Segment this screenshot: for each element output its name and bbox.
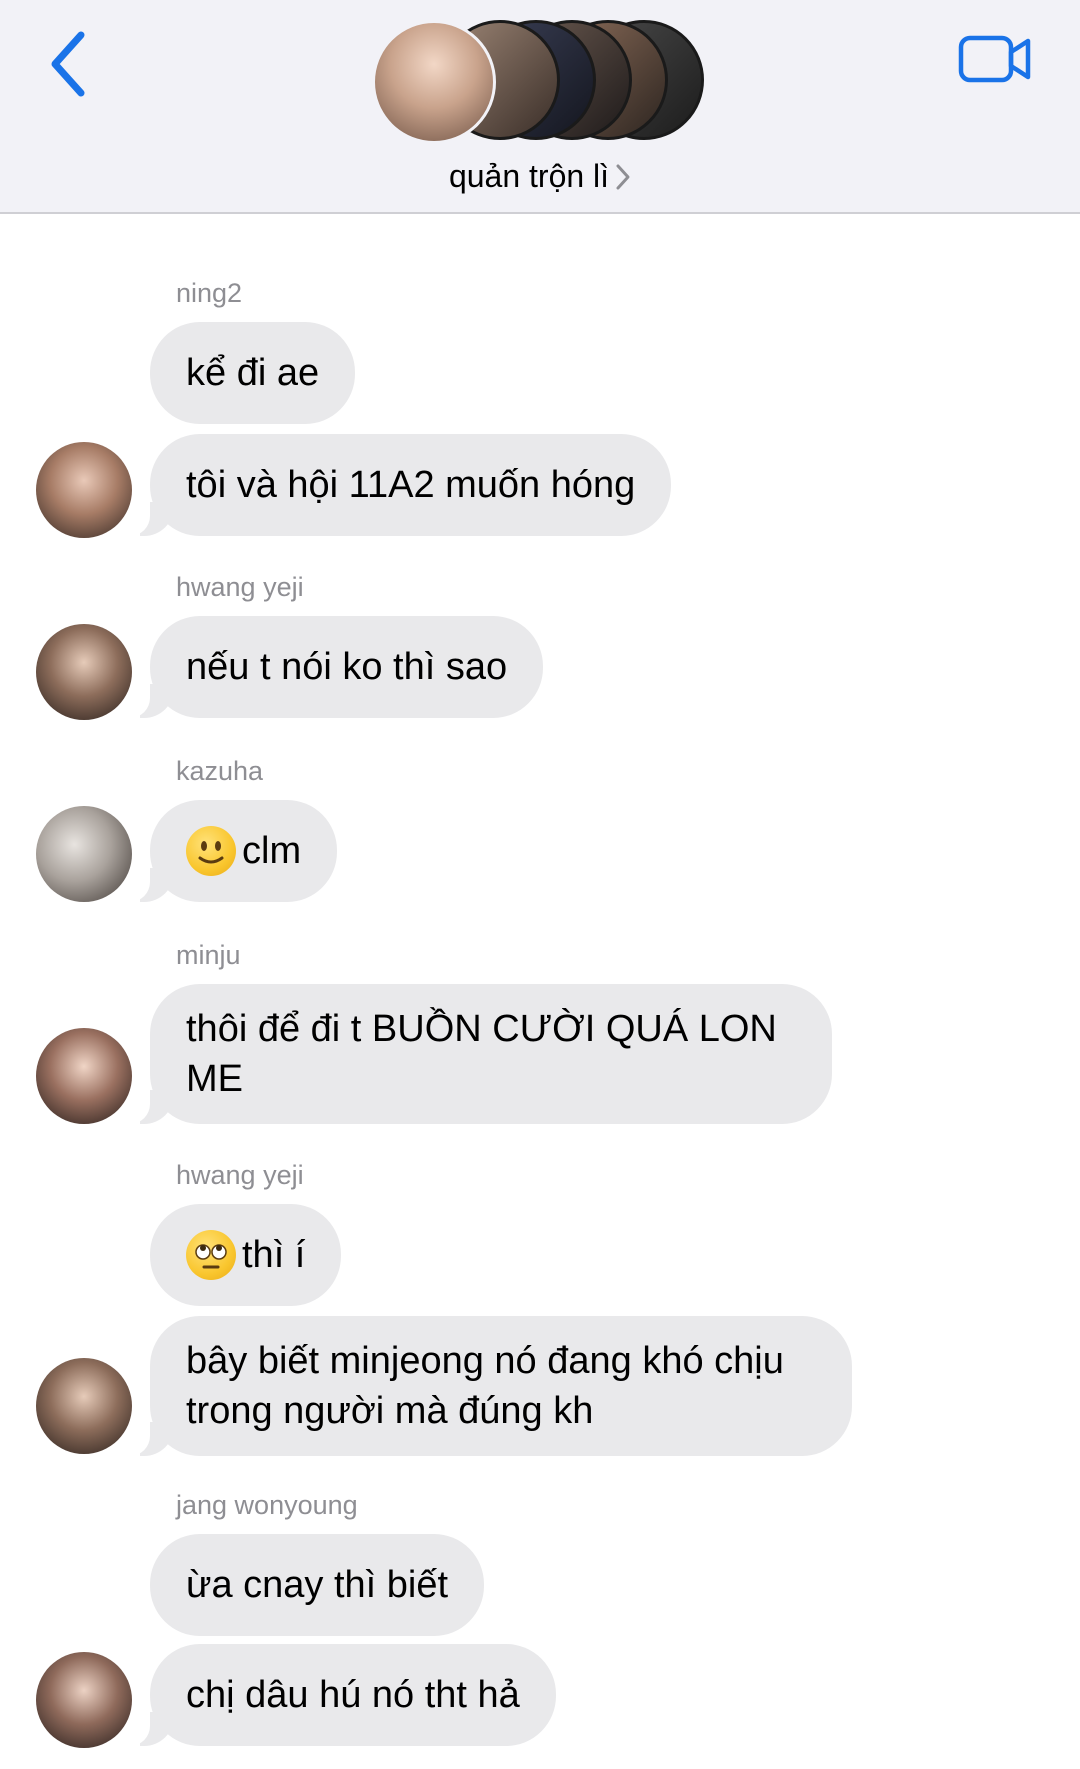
avatar[interactable]: [36, 1358, 132, 1454]
face-with-rolling-eyes-icon: [186, 1230, 236, 1280]
group-avatar-stack[interactable]: [372, 20, 708, 144]
message-text: chị dâu hú nó tht hả: [186, 1674, 520, 1716]
message-bubble[interactable]: thôi để đi t BUỒN CƯỜI QUÁ LON ME: [122, 984, 832, 1124]
message-bubble[interactable]: ừa cnay thì biết: [150, 1534, 485, 1636]
message-bubble[interactable]: chị dâu hú nó tht hả: [122, 1644, 556, 1746]
group-info-button[interactable]: quản trộn lì: [0, 158, 1080, 195]
sender-name: ning2: [176, 278, 243, 308]
message-bubble[interactable]: kể đi ae: [150, 322, 356, 424]
video-camera-icon: [958, 35, 1031, 83]
chat-header: quản trộn lì: [0, 0, 1080, 214]
chevron-right-icon: [616, 164, 630, 189]
avatar[interactable]: [36, 1652, 132, 1748]
avatar[interactable]: [36, 806, 132, 902]
message-text: ừa cnay thì biết: [186, 1564, 449, 1606]
group-main-avatar: [372, 20, 496, 144]
sender-name: hwang yeji: [176, 1160, 304, 1190]
back-button[interactable]: [38, 24, 98, 104]
avatar[interactable]: [36, 624, 132, 720]
message-bubble[interactable]: bây biết minjeong nó đang khó chịu trong…: [122, 1316, 852, 1456]
message-bubble[interactable]: clm: [121, 800, 338, 902]
message-text: clm: [242, 830, 302, 872]
sender-name: minju: [176, 940, 241, 970]
message-text: nếu t nói ko thì sao: [186, 646, 508, 688]
sender-name: hwang yeji: [176, 572, 304, 602]
message-text: kể đi ae: [186, 352, 320, 394]
message-text: thôi để đi t BUỒN CƯỜI QUÁ LON ME: [186, 1008, 777, 1100]
avatar[interactable]: [36, 1028, 132, 1124]
message-text: bây biết minjeong nó đang khó chịu trong…: [186, 1340, 784, 1432]
chat-screen: quản trộn lì ning2 kể đi ae tôi và hội 1…: [0, 0, 1080, 1769]
message-bubble[interactable]: nếu t nói ko thì sao: [121, 616, 544, 718]
slightly-smiling-face-icon: [186, 826, 236, 876]
sender-name: kazuha: [176, 756, 264, 786]
group-title: quản trộn lì: [448, 158, 610, 194]
message-text: thì í: [242, 1234, 306, 1276]
message-text: tôi và hội 11A2 muốn hóng: [186, 464, 636, 506]
avatar[interactable]: [36, 442, 132, 538]
chevron-left-icon: [51, 31, 85, 97]
sender-name: jang wonyoung: [176, 1490, 358, 1520]
message-bubble[interactable]: thì í: [150, 1204, 342, 1306]
video-call-button[interactable]: [950, 24, 1040, 94]
message-bubble[interactable]: tôi và hội 11A2 muốn hóng: [121, 434, 672, 536]
